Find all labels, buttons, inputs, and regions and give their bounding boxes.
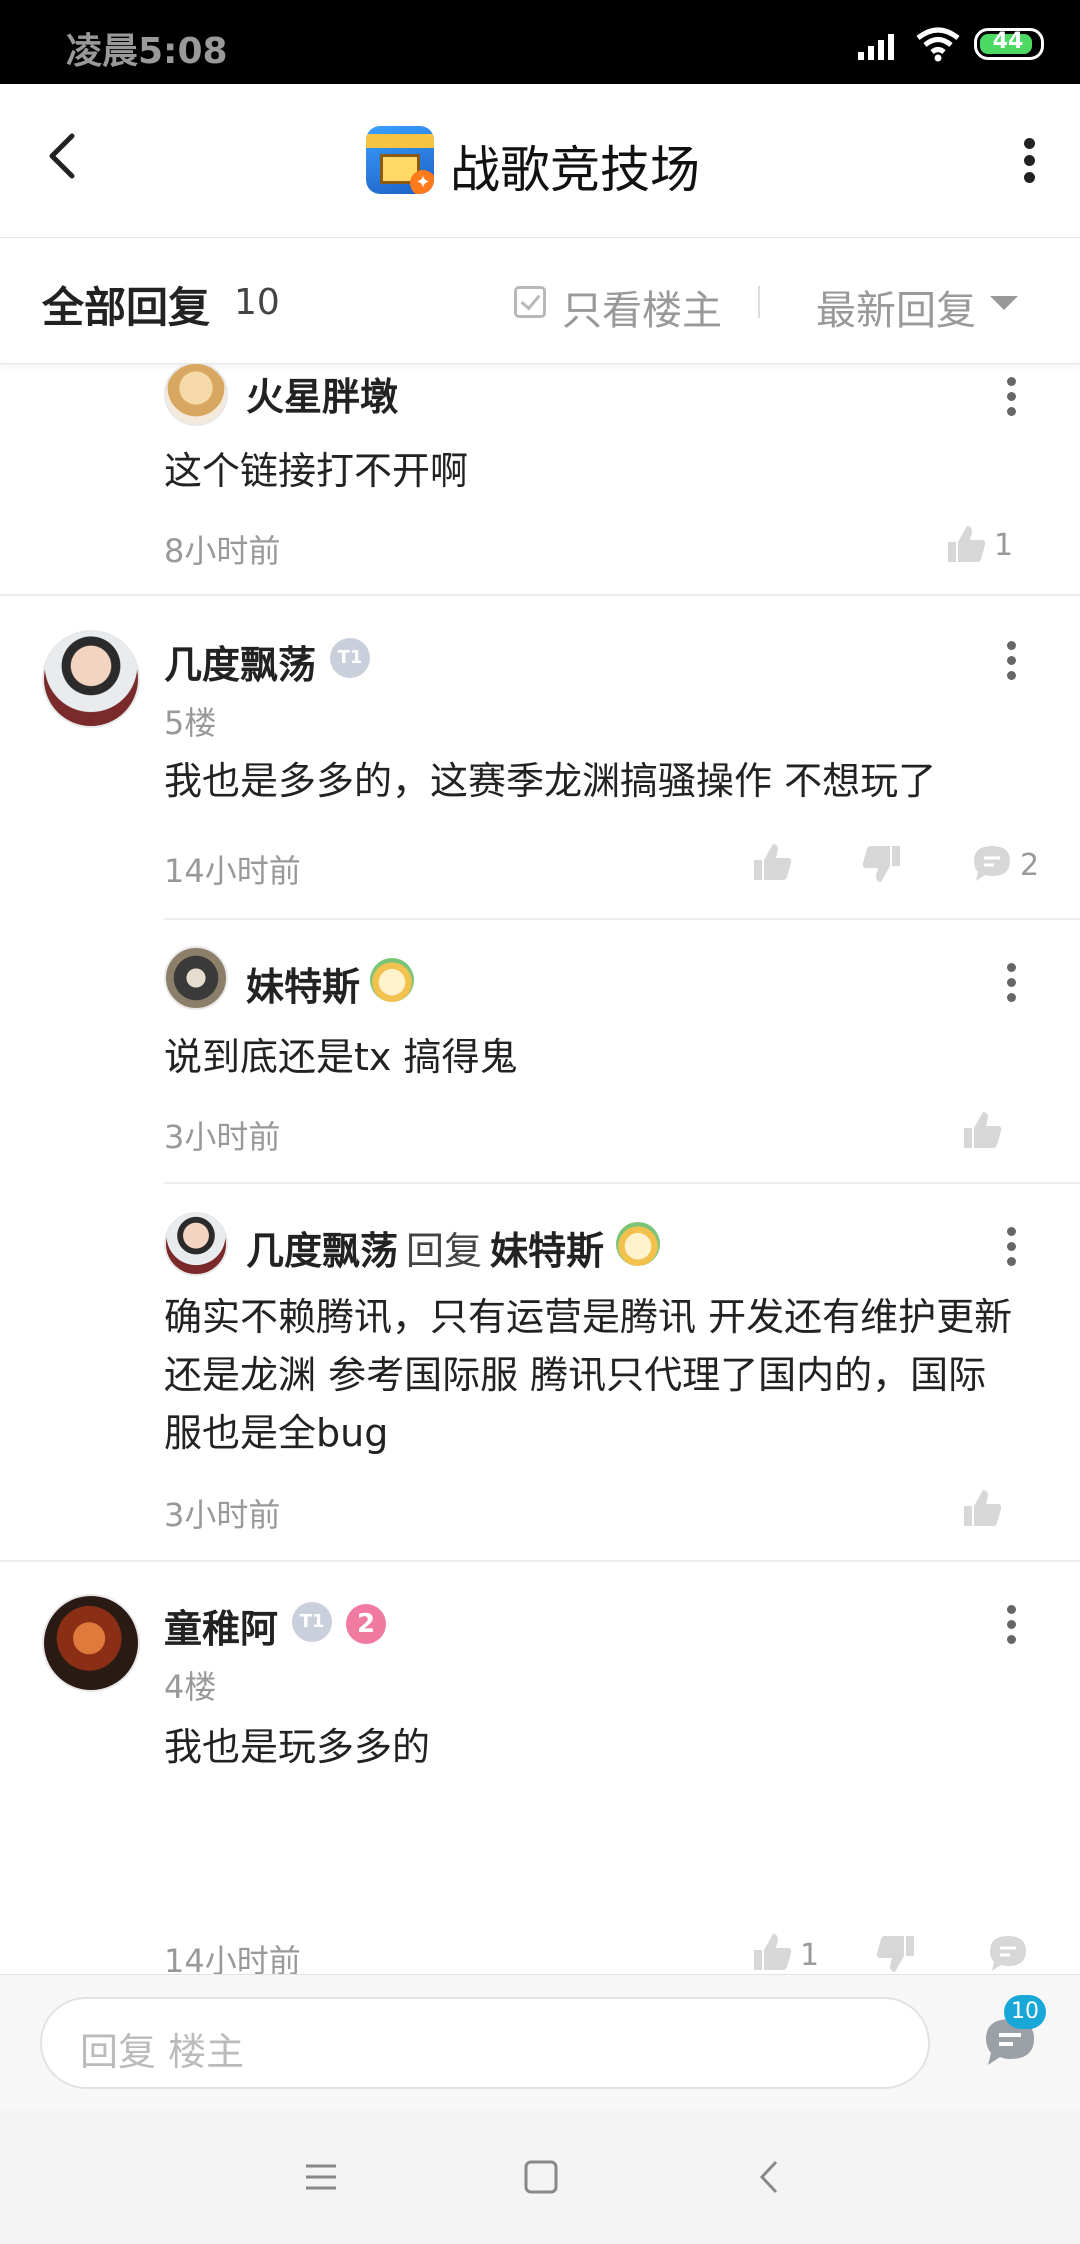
comment-time: 14小时前 <box>164 1942 301 1974</box>
more-options-icon[interactable] <box>999 374 1023 422</box>
sort-dropdown[interactable]: 最新回复 <box>816 278 976 336</box>
chevron-down-icon[interactable] <box>990 296 1018 310</box>
comment-author[interactable]: 童稚阿 <box>164 1598 278 1653</box>
divider <box>0 594 1080 596</box>
like-icon[interactable] <box>960 1486 1004 1530</box>
avatar[interactable] <box>42 630 140 728</box>
comment-text-line: 确实不赖腾讯，只有运营是腾讯 开发还有维护更新 <box>164 1295 1013 1339</box>
dislike-icon[interactable] <box>874 1932 918 1974</box>
floor-number: 4楼 <box>164 1668 217 1706</box>
comment-author[interactable]: 妹特斯 <box>246 956 360 1011</box>
like-icon[interactable] <box>960 1108 1004 1152</box>
home-icon[interactable] <box>518 2154 564 2200</box>
emoji-badge-icon <box>616 1222 660 1266</box>
page-title: 战歌竞技场 <box>450 141 700 199</box>
comment-text: 这个链接打不开啊 <box>164 449 469 493</box>
wifi-icon <box>916 27 960 62</box>
divider <box>164 918 1080 920</box>
reply-to-word: 回复 <box>406 1229 483 1273</box>
battery-icon: 44 <box>974 28 1044 60</box>
battery-level: 44 <box>992 29 1024 54</box>
comment-text: 说到底还是tx 搞得鬼 <box>164 1035 518 1079</box>
comment-author[interactable]: 几度飘荡 <box>246 1220 398 1275</box>
reply-input-bar: 回复 楼主 10 <box>0 1974 1080 2110</box>
comment-time: 14小时前 <box>164 852 301 890</box>
more-options-icon[interactable] <box>1014 134 1044 190</box>
reply-input[interactable]: 回复 楼主 <box>40 1997 930 2089</box>
comment-count-badge: 10 <box>1004 1995 1046 2029</box>
avatar[interactable] <box>164 946 228 1010</box>
more-options-icon[interactable] <box>999 1602 1023 1650</box>
like-count: 1 <box>800 1938 820 1973</box>
signal-icon <box>858 30 902 60</box>
more-options-icon[interactable] <box>999 638 1023 686</box>
reply-count: 2 <box>1020 848 1040 883</box>
comment-time: 8小时前 <box>164 532 281 570</box>
avatar[interactable] <box>164 1212 228 1276</box>
dislike-icon[interactable] <box>860 842 904 886</box>
level-badge: T1 <box>292 1602 332 1642</box>
comment-text-line: 还是龙渊 参考国际服 腾讯只代理了国内的，国际 <box>164 1353 987 1397</box>
status-time: 凌晨5:08 <box>66 31 228 72</box>
game-app-icon: ✦ <box>366 126 434 194</box>
divider <box>0 1560 1080 1562</box>
divider <box>164 1182 1080 1184</box>
menu-icon[interactable] <box>298 2154 344 2200</box>
reply-count: 10 <box>234 282 280 323</box>
like-icon[interactable] <box>750 840 794 884</box>
comment-text: 我也是多多的，这赛季龙渊搞骚操作 不想玩了 <box>164 759 937 803</box>
rank-badge: 2 <box>346 1604 386 1644</box>
floor-number: 5楼 <box>164 704 217 742</box>
like-icon[interactable] <box>750 1930 794 1974</box>
reply-to-author[interactable]: 妹特斯 <box>490 1220 604 1275</box>
reply-icon[interactable] <box>970 842 1014 886</box>
only-op-label[interactable]: 只看楼主 <box>562 278 722 336</box>
comment-author[interactable]: 几度飘荡 <box>164 634 316 689</box>
like-count: 1 <box>994 528 1014 563</box>
avatar[interactable] <box>164 364 228 426</box>
comment-time: 3小时前 <box>164 1118 281 1156</box>
like-icon[interactable] <box>944 522 988 566</box>
avatar[interactable] <box>42 1594 140 1692</box>
emoji-badge-icon <box>370 958 414 1002</box>
system-nav-bar <box>0 2110 1080 2244</box>
replies-header: 全部回复 10 只看楼主 最新回复 <box>0 238 1080 364</box>
title-bar: ✦ 战歌竞技场 <box>0 84 1080 238</box>
status-bar: 凌晨5:08 44 <box>0 0 1080 84</box>
back-icon[interactable] <box>36 128 92 184</box>
comment-text: 我也是玩多多的 <box>164 1725 431 1769</box>
comment-feed[interactable]: 火星胖墩 这个链接打不开啊 8小时前 1 几度飘荡 T1 5楼 我也是多多的，这… <box>0 364 1080 1974</box>
nav-back-icon[interactable] <box>748 2154 794 2200</box>
divider <box>758 286 760 318</box>
level-badge: T1 <box>330 638 370 678</box>
more-options-icon[interactable] <box>999 960 1023 1008</box>
only-op-checkbox[interactable] <box>514 286 546 318</box>
all-replies-label: 全部回复 <box>42 283 211 332</box>
comment-text-line: 服也是全bug <box>164 1411 389 1455</box>
more-options-icon[interactable] <box>999 1224 1023 1272</box>
comment-time: 3小时前 <box>164 1496 281 1534</box>
reply-icon[interactable] <box>986 1932 1030 1974</box>
comment-author[interactable]: 火星胖墩 <box>246 366 398 421</box>
